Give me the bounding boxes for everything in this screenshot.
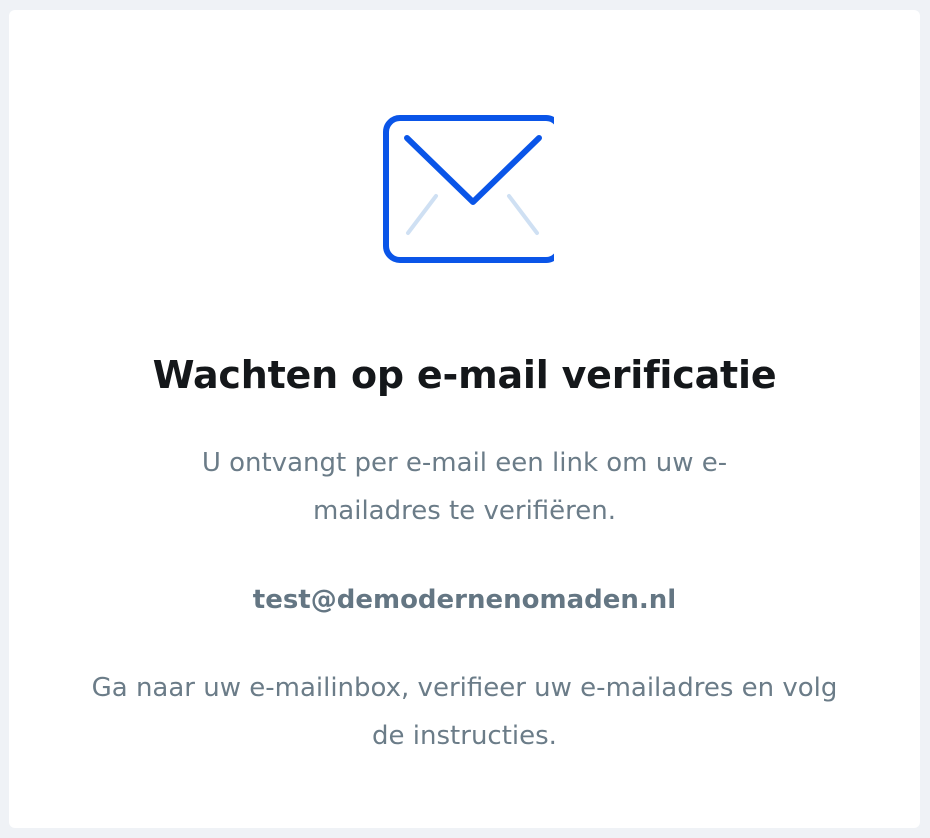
verification-instructions: Ga naar uw e-mailinbox, verifieer uw e-m… bbox=[91, 673, 838, 751]
verification-description: U ontvangt per e-mail een link om uw e-m… bbox=[201, 448, 728, 526]
email-address: test@demodernenomaden.nl bbox=[252, 585, 677, 615]
envelope-flap bbox=[404, 135, 542, 205]
envelope-fold-left bbox=[406, 194, 438, 235]
verification-card: Wachten op e-mail verificatie U ontvangt… bbox=[9, 10, 920, 828]
page-title: Wachten op e-mail verificatie bbox=[152, 353, 777, 397]
envelope-fold-right bbox=[507, 194, 539, 235]
envelope-icon bbox=[383, 115, 554, 263]
